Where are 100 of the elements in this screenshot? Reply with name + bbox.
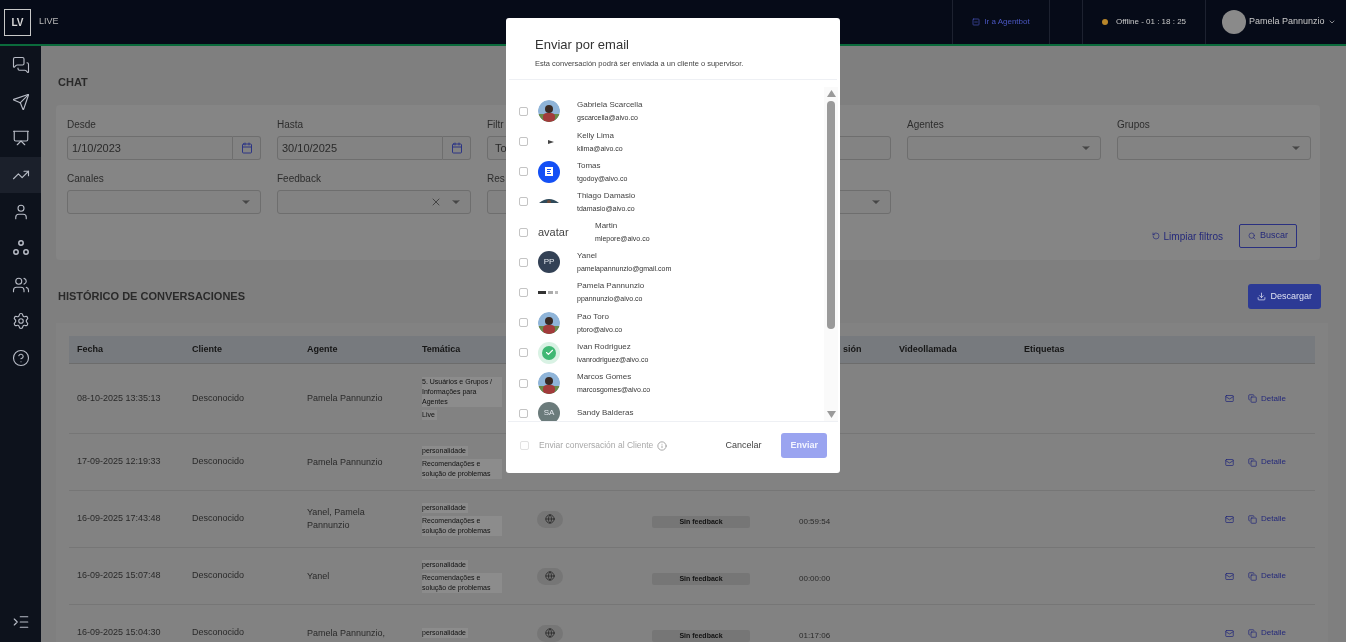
recipient-name: Pamela Pannunzio bbox=[577, 281, 645, 292]
mail-icon bbox=[1225, 394, 1235, 403]
sidebar-item[interactable] bbox=[0, 156, 41, 194]
date-cell-text: 17-09-2025 12:19:33 bbox=[76, 455, 162, 469]
filter-label: Grupos bbox=[1117, 118, 1150, 131]
client-cell-text: Desconocido bbox=[191, 626, 246, 640]
detail-link[interactable]: Detalle bbox=[1248, 513, 1286, 525]
filter-label: Desde bbox=[67, 118, 96, 131]
copy-icon bbox=[1248, 457, 1258, 467]
checkbox[interactable] bbox=[519, 106, 528, 116]
column-header: Etiquetas bbox=[1024, 342, 1065, 356]
filter-label: Canales bbox=[67, 172, 104, 185]
checkbox[interactable] bbox=[519, 137, 528, 147]
checkbox[interactable] bbox=[519, 287, 528, 297]
recipient-name: Tomas bbox=[577, 160, 602, 171]
copy-icon bbox=[1248, 571, 1258, 581]
duration-cell: 00:59:54 bbox=[799, 517, 831, 526]
scrollbar[interactable] bbox=[824, 87, 838, 422]
scroll-up-icon[interactable] bbox=[826, 90, 836, 98]
filter-label: Feedback bbox=[277, 172, 321, 185]
date-field[interactable]: 1/10/2023 bbox=[67, 136, 233, 160]
help-icon bbox=[11, 349, 30, 368]
status-text: Offline - 01 : 18 : 25 bbox=[1115, 16, 1187, 28]
email-button[interactable] bbox=[1225, 394, 1235, 403]
team-icon bbox=[11, 275, 30, 294]
bot-icon bbox=[972, 18, 981, 26]
column-header: Fecha bbox=[77, 342, 103, 356]
date-cell-text: 08-10-2025 13:35:13 bbox=[76, 391, 162, 405]
date-cell-text: 16-09-2025 17:43:48 bbox=[76, 512, 162, 526]
email-button[interactable] bbox=[1225, 457, 1235, 467]
cancel-button[interactable]: Cancelar bbox=[721, 439, 766, 453]
agent-cell-text: Pamela Pannunzio, bbox=[306, 626, 387, 640]
search-icon bbox=[1248, 232, 1256, 240]
user-avatar bbox=[1222, 10, 1246, 34]
mail-icon bbox=[1225, 457, 1235, 467]
scroll-down-icon[interactable] bbox=[826, 411, 836, 419]
select-field[interactable] bbox=[67, 190, 261, 214]
checkbox[interactable] bbox=[519, 197, 528, 207]
client-cell-text: Desconocido bbox=[191, 391, 246, 405]
recipient-name: Kelly Lima bbox=[577, 130, 615, 141]
download-icon bbox=[1257, 292, 1267, 301]
calendar-button[interactable] bbox=[233, 136, 261, 160]
copy-icon bbox=[1248, 394, 1258, 403]
dialog-title: Enviar por email bbox=[535, 36, 630, 54]
checkbox[interactable] bbox=[519, 348, 528, 358]
mail-icon bbox=[1225, 628, 1235, 638]
section-title: HISTÓRICO DE CONVERSACIONES bbox=[58, 289, 246, 305]
info-icon bbox=[657, 440, 668, 451]
recipient-name: Thiago Damasio bbox=[577, 190, 636, 201]
refresh-icon bbox=[1151, 232, 1160, 240]
detail-link[interactable]: Detalle bbox=[1248, 570, 1286, 582]
email-button[interactable] bbox=[1225, 628, 1235, 638]
check-avatar bbox=[538, 341, 560, 364]
search-button[interactable]: Buscar bbox=[1239, 224, 1297, 248]
column-header: Cliente bbox=[192, 342, 222, 356]
date-cell-text: 16-09-2025 15:07:48 bbox=[76, 569, 162, 583]
logo-avatar bbox=[538, 160, 560, 183]
recipient-name: Yanel bbox=[577, 251, 598, 262]
agent-cell-text: Yanel bbox=[306, 569, 331, 583]
image-alt-text: avatar bbox=[538, 226, 570, 238]
globe-icon bbox=[545, 628, 555, 638]
download-button[interactable]: Descargar bbox=[1248, 284, 1321, 309]
initials-avatar: SA bbox=[538, 402, 560, 422]
clear-icon bbox=[430, 196, 442, 208]
calendar-button[interactable] bbox=[443, 136, 471, 160]
globe-icon bbox=[545, 571, 555, 581]
checkbox[interactable] bbox=[519, 167, 528, 177]
initials-avatar: PP bbox=[538, 251, 560, 274]
detail-link[interactable]: Detalle bbox=[1248, 456, 1286, 468]
send-icon bbox=[11, 92, 30, 111]
checkbox[interactable] bbox=[519, 227, 528, 237]
checkbox[interactable] bbox=[519, 378, 528, 388]
copy-icon bbox=[1248, 628, 1258, 638]
recipient-name: Sandy Balderas bbox=[577, 408, 634, 419]
filter-label: Hasta bbox=[277, 118, 304, 131]
detail-link[interactable]: Detalle bbox=[1248, 627, 1286, 639]
detail-link[interactable]: Detalle bbox=[1248, 392, 1286, 405]
checkbox[interactable] bbox=[519, 318, 528, 328]
email-button[interactable] bbox=[1225, 571, 1235, 581]
clear-filters-link[interactable]: Limpiar filtros bbox=[1151, 228, 1223, 244]
filter-label: Agentes bbox=[907, 118, 944, 131]
agentbot-link[interactable]: Ir a Agentbot bbox=[972, 16, 1030, 28]
client-cell-text: Desconocido bbox=[191, 455, 246, 469]
agent-cell-text: Yanel, Pamela Pannunzio bbox=[306, 506, 366, 532]
column-header: Agente bbox=[307, 342, 338, 356]
send-to-client-label: Enviar conversación al Cliente bbox=[539, 439, 654, 453]
settings-icon bbox=[11, 312, 30, 331]
select-field[interactable] bbox=[907, 136, 1101, 160]
checkbox[interactable] bbox=[519, 257, 528, 267]
checkbox[interactable] bbox=[519, 408, 528, 418]
select-field[interactable] bbox=[1117, 136, 1311, 160]
recipient-name: Martin bbox=[595, 221, 619, 232]
date-field[interactable]: 30/10/2025 bbox=[277, 136, 443, 160]
email-button[interactable] bbox=[1225, 514, 1235, 524]
recipient-name: Marcos Gomes bbox=[577, 372, 633, 383]
calendar-icon bbox=[240, 142, 253, 154]
agent-cell-text: Pamela Pannunzio bbox=[306, 392, 384, 405]
column-header: Videollamada bbox=[899, 342, 957, 356]
select-field[interactable] bbox=[277, 190, 471, 214]
recipient-name: Gabriela Scarcella bbox=[577, 100, 643, 111]
